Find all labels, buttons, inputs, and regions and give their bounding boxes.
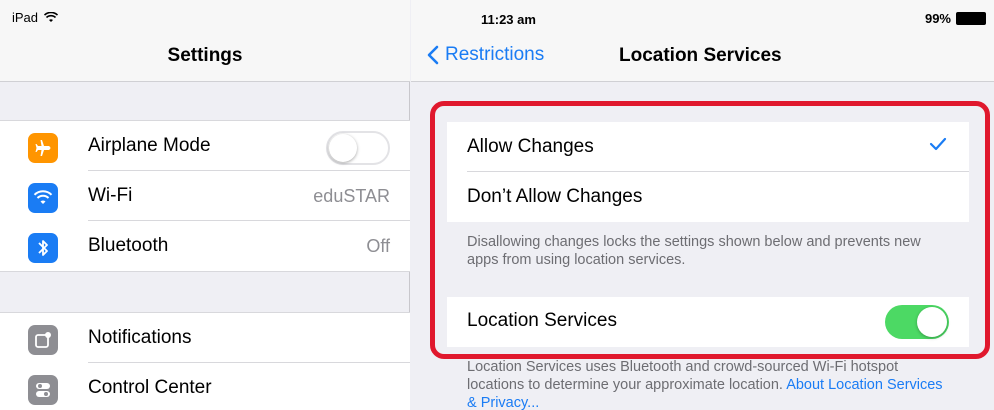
notifications-icon: [28, 325, 58, 355]
option-label: Allow Changes: [467, 136, 594, 157]
sidebar-item-label: Notifications: [88, 327, 192, 348]
checkmark-icon: [929, 137, 947, 151]
detail-title: Location Services: [619, 45, 782, 66]
back-button-label: Restrictions: [445, 44, 545, 65]
airplane-mode-toggle[interactable]: [326, 131, 390, 165]
sidebar-item-wifi[interactable]: Wi-Fi eduSTAR: [0, 171, 410, 221]
device-name: iPad: [12, 10, 39, 25]
control-center-icon: [28, 375, 58, 405]
location-services-row: Location Services: [447, 297, 969, 347]
sidebar-item-bluetooth[interactable]: Bluetooth Off: [0, 221, 410, 271]
bluetooth-icon: [28, 233, 58, 263]
detail-pane: 11:23 am 99% Restrictions Location Servi…: [411, 0, 994, 410]
sidebar-header: iPad Settings: [0, 0, 410, 82]
settings-sidebar: iPad Settings Airplane Mode Wi-Fi eduSTA…: [0, 0, 410, 410]
status-time: 11:23 am: [481, 12, 536, 27]
sidebar-item-label: Bluetooth: [88, 235, 169, 256]
sidebar-item-label: Airplane Mode: [88, 135, 211, 156]
restriction-note: Disallowing changes locks the settings s…: [467, 234, 921, 268]
option-allow-changes[interactable]: Allow Changes: [447, 122, 969, 172]
change-options-group: Allow Changes Don’t Allow Changes: [447, 122, 969, 222]
wifi-network-value: eduSTAR: [313, 185, 390, 206]
option-dont-allow-changes[interactable]: Don’t Allow Changes: [447, 172, 969, 222]
sidebar-item-label: Wi-Fi: [88, 185, 133, 206]
battery-indicator: 99%: [925, 11, 986, 26]
location-services-label: Location Services: [467, 310, 617, 331]
sidebar-item-airplane-mode[interactable]: Airplane Mode: [0, 121, 410, 171]
sidebar-item-control-center[interactable]: Control Center: [0, 363, 410, 410]
location-services-toggle[interactable]: [885, 305, 949, 339]
sidebar-item-notifications[interactable]: Notifications: [0, 313, 410, 363]
status-bar-left: iPad: [12, 10, 59, 25]
airplane-icon: [28, 133, 58, 163]
battery-percent: 99%: [924, 11, 951, 26]
settings-group-connectivity: Airplane Mode Wi-Fi eduSTAR Bluetooth Of…: [0, 120, 410, 272]
battery-icon: [956, 12, 986, 25]
chevron-left-icon: [427, 45, 439, 65]
bluetooth-status-value: Off: [366, 235, 390, 256]
option-label: Don’t Allow Changes: [467, 186, 643, 207]
wifi-icon: [28, 183, 58, 213]
page-title: Settings: [167, 45, 243, 66]
location-services-note: Location Services uses Bluetooth and cro…: [467, 358, 947, 410]
back-button[interactable]: Restrictions: [427, 44, 544, 66]
settings-group-system: Notifications Control Center: [0, 312, 410, 410]
sidebar-item-label: Control Center: [88, 377, 212, 398]
wifi-signal-icon: [44, 12, 59, 22]
detail-header: 11:23 am 99% Restrictions Location Servi…: [411, 0, 994, 82]
